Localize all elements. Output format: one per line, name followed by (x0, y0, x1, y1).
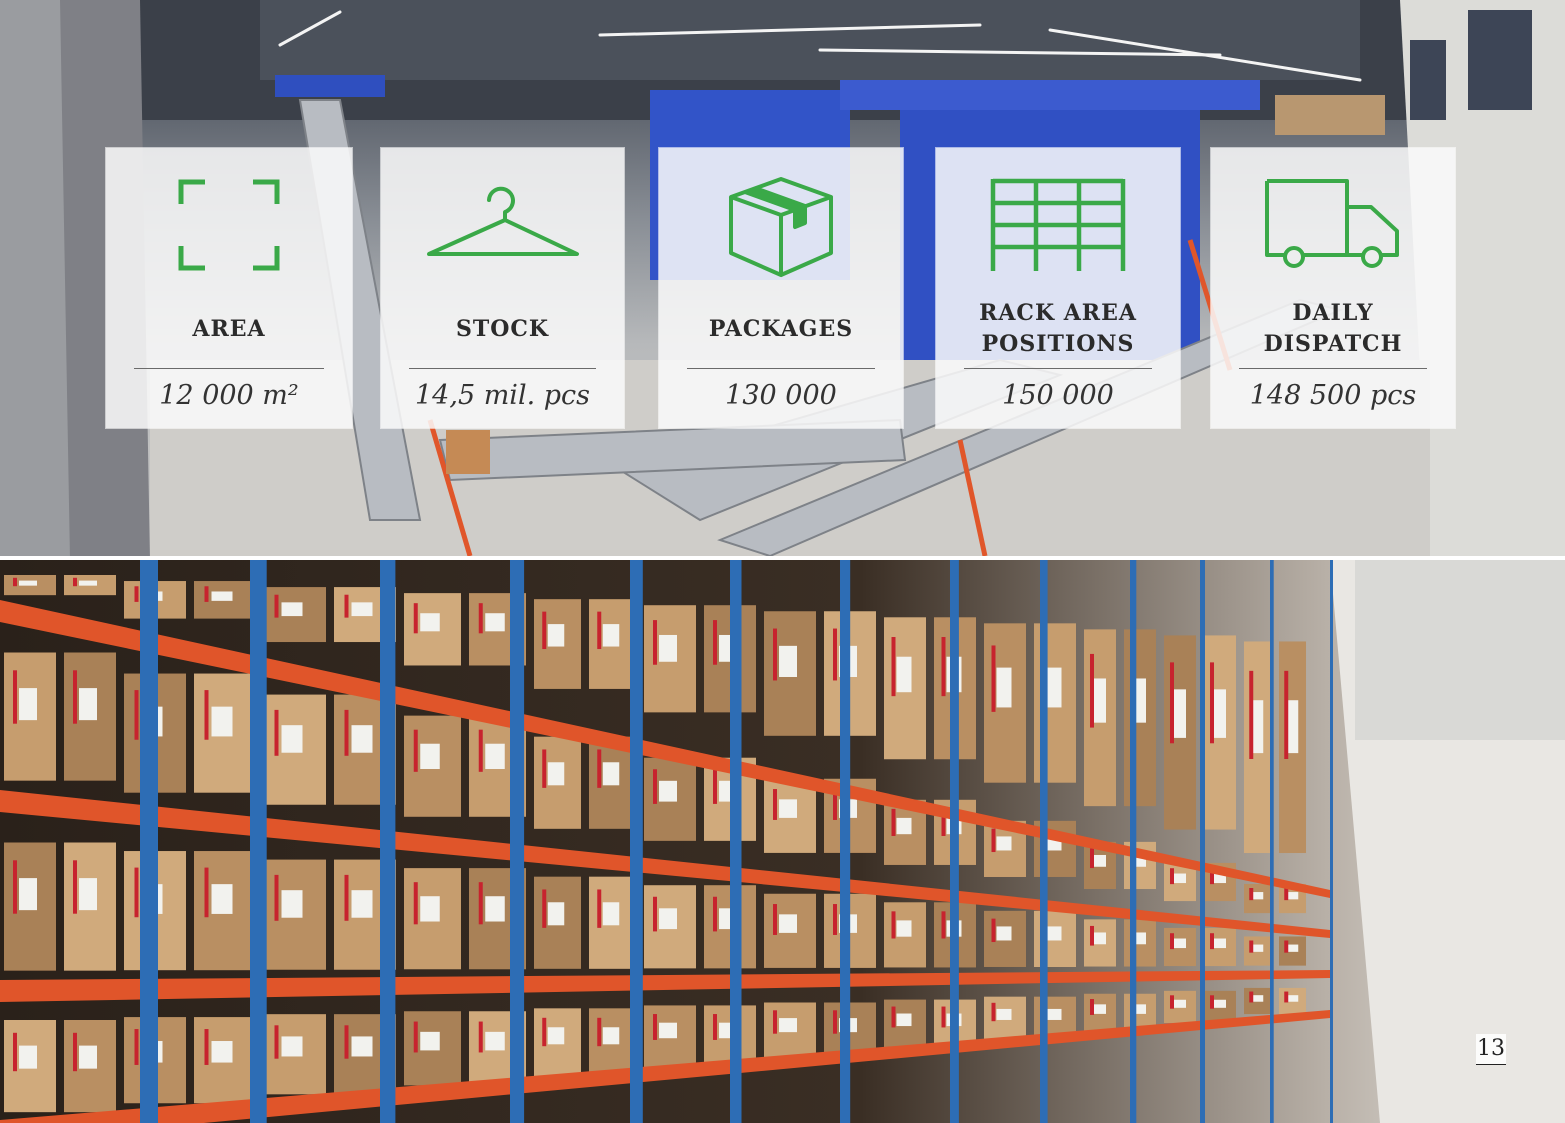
shelving-boxes-photo (0, 560, 1565, 1123)
divider (409, 368, 596, 369)
stat-card-daily-dispatch: DAILY DISPATCH 148 500 pcs (1211, 148, 1455, 428)
stat-card-area: AREA 12 000 m² (106, 148, 352, 428)
stat-card-rack-positions: RACK AREA POSITIONS 150 000 (936, 148, 1180, 428)
stat-label: RACK AREA POSITIONS (979, 300, 1137, 357)
stat-label: DAILY DISPATCH (1263, 300, 1403, 357)
hanger-icon (381, 170, 624, 280)
delivery-truck-icon (1211, 170, 1455, 280)
rack-grid-icon (936, 170, 1180, 280)
stat-label: PACKAGES (708, 315, 854, 342)
stat-value: 14,5 mil. pcs (415, 380, 590, 411)
divider (134, 368, 324, 369)
divider (687, 368, 875, 369)
stat-value: 130 000 (725, 380, 837, 411)
stat-card-stock: STOCK 14,5 mil. pcs (381, 148, 624, 428)
stat-card-packages: PACKAGES 130 000 (659, 148, 903, 428)
stat-label: STOCK (455, 315, 550, 342)
divider (1239, 368, 1427, 369)
divider (964, 368, 1152, 369)
page-number: 13 (1476, 1034, 1506, 1065)
stat-label: AREA (192, 315, 266, 342)
area-corners-icon (106, 170, 352, 280)
stat-value: 150 000 (1002, 380, 1114, 411)
stat-value: 148 500 pcs (1249, 380, 1417, 411)
package-box-icon (659, 170, 903, 280)
stat-value: 12 000 m² (159, 380, 299, 411)
